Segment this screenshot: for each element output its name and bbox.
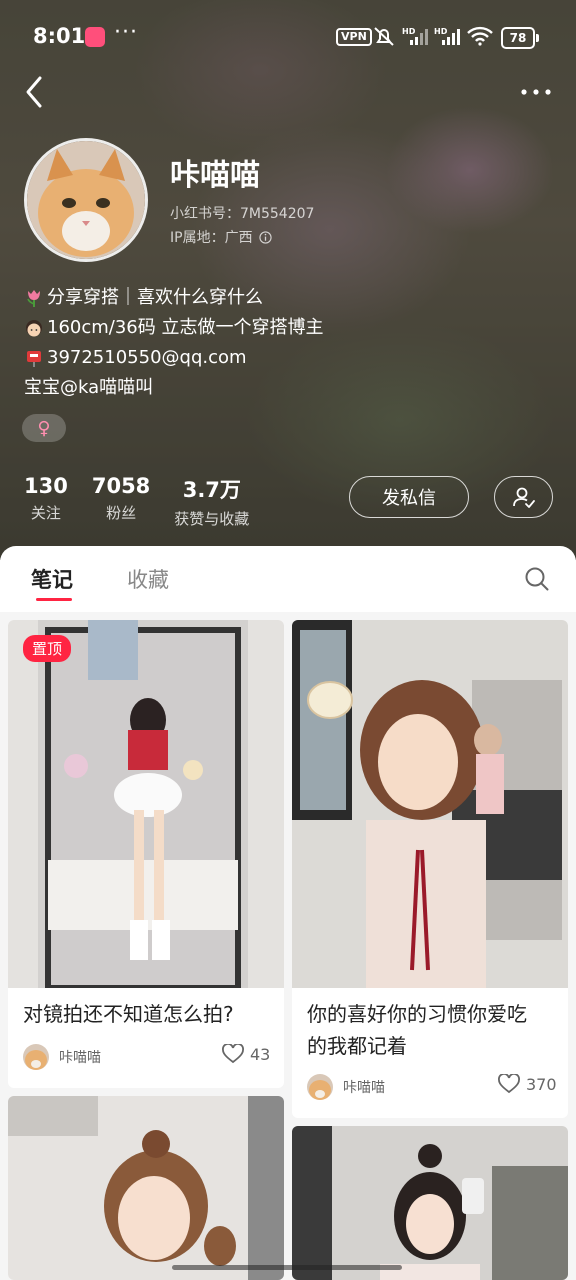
info-icon[interactable] — [258, 230, 272, 244]
like-button[interactable]: 370 — [498, 1074, 557, 1094]
battery-indicator: 78 — [501, 27, 539, 49]
author-avatar — [23, 1044, 49, 1070]
like-count: 370 — [526, 1074, 557, 1094]
svg-text:HD: HD — [434, 27, 448, 36]
signal-icon-2: HD — [434, 27, 460, 45]
note-title: 对镜拍还不知道怎么拍? — [23, 998, 234, 1030]
profile-bio: 分享穿搭｜喜欢什么穿什么 160cm/36码 立志做一个穿搭博主 3972510… — [24, 283, 564, 403]
avatar[interactable] — [24, 138, 148, 262]
heart-icon — [498, 1074, 520, 1094]
gender-tag: ♀ — [22, 414, 66, 442]
like-count: 43 — [250, 1044, 271, 1064]
note-author[interactable]: 咔喵喵 — [307, 1074, 385, 1100]
bio-text: 160cm/36码 立志做一个穿搭博主 — [47, 317, 324, 338]
author-name: 咔喵喵 — [343, 1080, 385, 1096]
ip-location: IP属地：广西 — [170, 227, 272, 247]
active-tab-indicator — [36, 598, 72, 601]
note-author[interactable]: 咔喵喵 — [23, 1044, 101, 1070]
user-check-icon — [512, 487, 535, 508]
tulip-icon — [27, 290, 40, 307]
bio-line: 160cm/36码 立志做一个穿搭博主 — [24, 313, 564, 343]
tab-notes[interactable]: 笔记 — [31, 564, 73, 594]
ip-location-text: IP属地：广西 — [170, 230, 253, 246]
signal-icon-1: HD — [402, 27, 428, 45]
status-time: 8:01 — [33, 24, 86, 48]
note-card[interactable] — [8, 1096, 284, 1280]
more-options-icon[interactable] — [520, 82, 552, 102]
author-avatar — [307, 1074, 333, 1100]
more-notifications-icon: ··· — [114, 20, 138, 45]
home-indicator[interactable] — [172, 1265, 402, 1270]
girl-face-icon — [26, 320, 42, 337]
stat-following[interactable]: 130 关注 — [24, 474, 68, 529]
profile-id[interactable]: 小红书号：7M554207 — [170, 203, 314, 223]
note-title-line: 对镜拍还不知道怎么拍? — [23, 1002, 234, 1026]
tab-collections[interactable]: 收藏 — [127, 564, 169, 594]
bio-text: 3972510550@qq.com — [47, 347, 247, 368]
author-name: 咔喵喵 — [59, 1050, 101, 1066]
stat-likes-collects[interactable]: 3.7万 获赞与收藏 — [174, 474, 249, 529]
mailbox-icon — [27, 351, 41, 367]
note-cover-image — [8, 620, 284, 988]
stat-number: 3.7万 — [182, 478, 241, 502]
search-icon[interactable] — [524, 566, 550, 592]
send-message-button[interactable]: 发私信 — [349, 476, 469, 518]
note-cover-image — [8, 1096, 284, 1280]
vpn-badge: VPN — [336, 28, 372, 46]
like-button[interactable]: 43 — [222, 1044, 270, 1064]
profile-stats: 130 关注 7058 粉丝 3.7万 获赞与收藏 — [24, 474, 273, 529]
note-title-line: 的我都记着 — [307, 1034, 407, 1058]
followed-status-button[interactable] — [494, 476, 553, 518]
bio-text: 分享穿搭｜喜欢什么穿什么 — [47, 287, 263, 308]
profile-header: 8:01 ··· VPN HD HD 78 咔喵喵 小红书号：7M554207 … — [0, 0, 576, 560]
note-card[interactable]: 你的喜好你的习惯你爱吃 的我都记着 咔喵喵 370 — [292, 620, 568, 1118]
bio-line: 3972510550@qq.com — [24, 343, 564, 373]
heart-icon — [222, 1044, 244, 1064]
bio-line: 分享穿搭｜喜欢什么穿什么 — [24, 283, 564, 313]
bio-text: 宝宝@ka喵喵叫 — [24, 377, 154, 398]
female-icon: ♀ — [37, 417, 51, 439]
cat-avatar-image — [27, 141, 145, 259]
stat-number: 7058 — [91, 474, 151, 498]
note-cover-image — [292, 1126, 568, 1280]
status-bar: 8:01 ··· VPN HD HD 78 — [0, 0, 576, 72]
bio-line: 宝宝@ka喵喵叫 — [24, 373, 564, 403]
stat-number: 130 — [24, 474, 68, 498]
notification-app-icon — [85, 27, 105, 47]
mute-icon — [374, 27, 394, 46]
note-title-line: 你的喜好你的习惯你爱吃 — [307, 1002, 527, 1026]
pinned-badge: 置顶 — [23, 635, 72, 662]
note-title: 你的喜好你的习惯你爱吃 的我都记着 — [307, 998, 527, 1062]
stat-followers[interactable]: 7058 粉丝 — [92, 474, 150, 529]
note-card[interactable] — [292, 1126, 568, 1280]
note-card[interactable]: 置顶 对镜拍还不知道怎么拍? 咔喵喵 43 — [8, 620, 284, 1088]
stat-label: 粉丝 — [106, 504, 137, 522]
wifi-icon — [467, 26, 493, 46]
stat-label: 关注 — [30, 504, 61, 522]
profile-nickname: 咔喵喵 — [170, 158, 260, 193]
back-arrow-icon[interactable] — [22, 74, 48, 110]
note-cover-image — [292, 620, 568, 988]
profile-tabs: 笔记 收藏 — [0, 546, 576, 612]
stat-label: 获赞与收藏 — [174, 510, 250, 528]
svg-text:HD: HD — [402, 27, 416, 36]
